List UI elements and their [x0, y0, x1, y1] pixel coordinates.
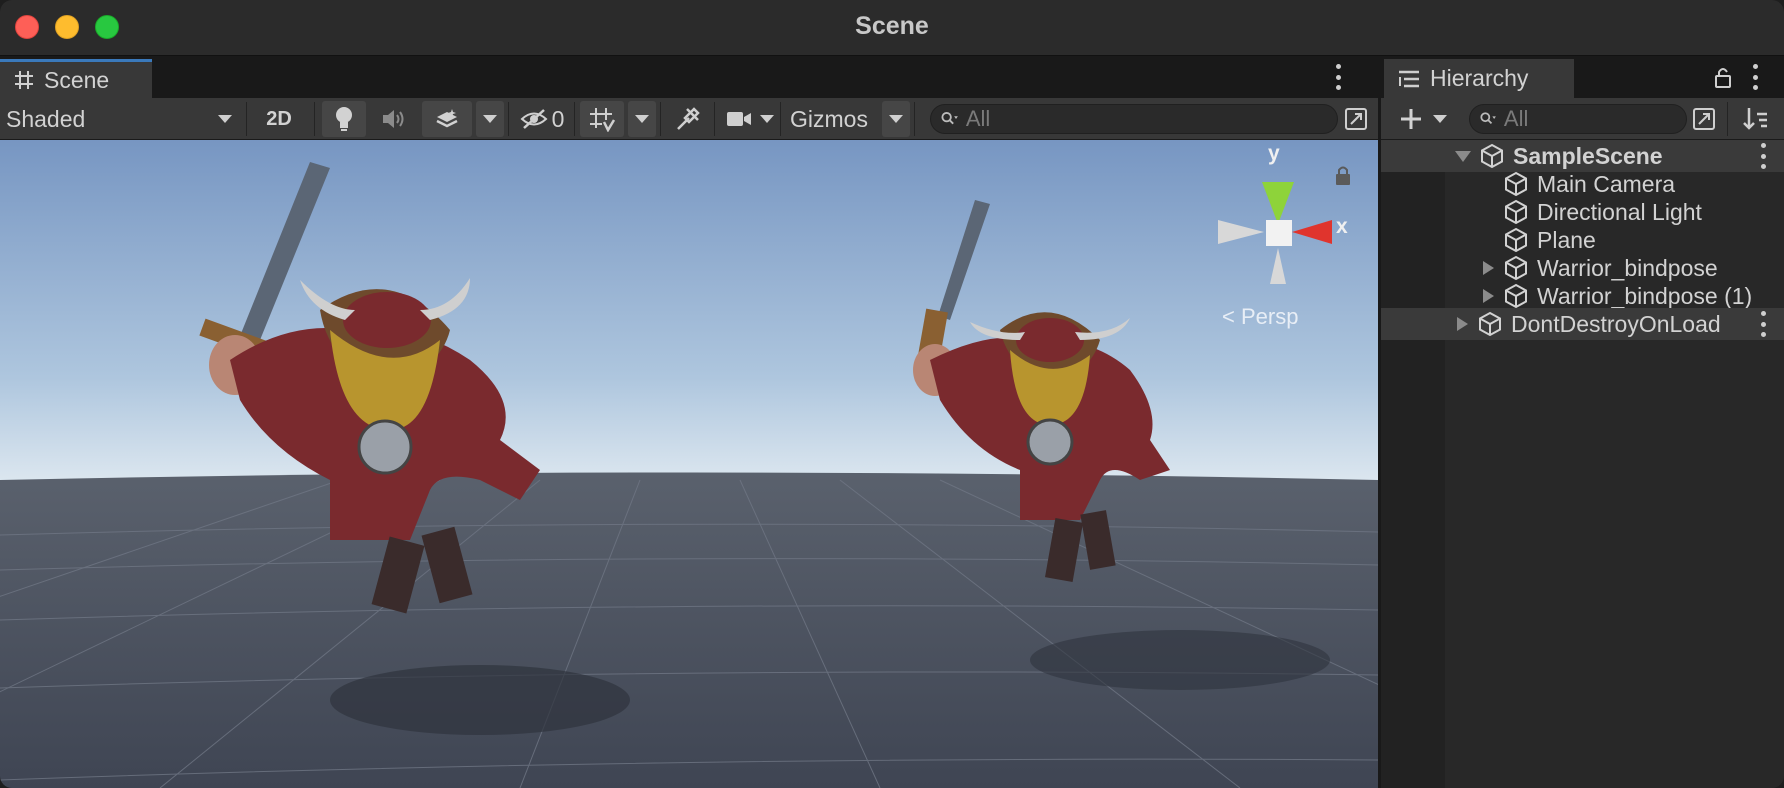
- 2d-mode-label: 2D: [266, 107, 292, 130]
- lightbulb-icon: [336, 107, 352, 131]
- hierarchy-tab-bar: Hierarchy: [1381, 56, 1784, 98]
- search-icon: [1480, 112, 1496, 125]
- scene-toolbar: Shaded 2D 0 Gizmos All: [0, 98, 1378, 140]
- hierarchy-toolbar: [1381, 98, 1784, 140]
- expand-window-icon: [1345, 108, 1367, 130]
- gameobject-cube-icon: [1505, 171, 1527, 197]
- hierarchy-item-label: Directional Light: [1537, 198, 1702, 225]
- gameobject-cube-icon: [1505, 199, 1527, 225]
- camera-settings-dropdown[interactable]: [720, 101, 780, 137]
- tab-hierarchy[interactable]: Hierarchy: [1384, 59, 1574, 98]
- search-expand-button[interactable]: [1340, 101, 1372, 137]
- expand-arrow-icon[interactable]: [1483, 261, 1494, 275]
- unity-scene-icon: [1479, 311, 1501, 337]
- scene-search-field[interactable]: [930, 104, 1338, 134]
- gameobject-cube-icon: [1505, 255, 1527, 281]
- create-dropdown[interactable]: [1393, 101, 1453, 137]
- hierarchy-scene-dontdestroyonload[interactable]: DontDestroyOnLoad: [1381, 308, 1784, 340]
- tab-hierarchy-label: Hierarchy: [1430, 65, 1529, 91]
- eye-hidden-icon: [520, 109, 548, 129]
- unity-window: Scene Scene Shaded 2D 0 Gizmos All y x <…: [0, 0, 1784, 788]
- chevron-down-icon: [889, 115, 903, 123]
- sort-button[interactable]: [1733, 101, 1777, 137]
- gizmo-x-label: x: [1336, 215, 1348, 238]
- lock-icon[interactable]: [1713, 66, 1733, 88]
- expand-window-icon: [1693, 108, 1715, 130]
- grid-snap-icon: [590, 108, 616, 132]
- hierarchy-search-expand-button[interactable]: [1687, 101, 1721, 137]
- expand-arrow-icon[interactable]: [1455, 150, 1471, 162]
- window-title: Scene: [855, 12, 929, 40]
- camera-icon: [727, 112, 751, 126]
- orientation-gizmo[interactable]: [1214, 152, 1354, 292]
- gameobject-cube-icon: [1505, 283, 1527, 309]
- effects-toggle[interactable]: [422, 101, 472, 137]
- scene-panel: Scene Shaded 2D 0 Gizmos All y x < Persp: [0, 56, 1378, 788]
- hierarchy-item-label: Warrior_bindpose (1): [1537, 282, 1753, 309]
- hierarchy-search-input[interactable]: [1503, 106, 1686, 132]
- hierarchy-search-field[interactable]: [1469, 104, 1687, 134]
- gameobject-cube-icon: [1505, 227, 1527, 253]
- expand-arrow-icon[interactable]: [1457, 317, 1468, 331]
- audio-toggle[interactable]: [372, 101, 416, 137]
- unity-scene-icon: [1481, 143, 1503, 169]
- gizmos-label: Gizmos: [790, 105, 868, 132]
- gizmos-dropdown[interactable]: [882, 101, 910, 137]
- chevron-down-icon: [635, 115, 649, 123]
- grid-dropdown[interactable]: [628, 101, 656, 137]
- hierarchy-item-label: Warrior_bindpose: [1537, 254, 1718, 281]
- scene-search-input[interactable]: [965, 106, 1337, 132]
- title-bar: Scene: [0, 0, 1784, 56]
- scene-row-menu-icon[interactable]: [1759, 143, 1767, 169]
- wrench-tools-icon: [677, 107, 700, 130]
- hierarchy-list-icon: [1399, 70, 1419, 87]
- hierarchy-item-label: Plane: [1537, 226, 1596, 253]
- hierarchy-panel: Hierarchy All SampleScene Main Camera Di…: [1381, 56, 1784, 788]
- tools-button[interactable]: [666, 101, 710, 137]
- dontdestroy-row-menu-icon[interactable]: [1759, 311, 1767, 337]
- dontdestroy-label: DontDestroyOnLoad: [1511, 310, 1721, 337]
- effects-dropdown[interactable]: [476, 101, 504, 137]
- 2d-mode-toggle[interactable]: 2D: [254, 101, 304, 137]
- scene-tab-bar: Scene: [0, 56, 1378, 98]
- expand-arrow-icon[interactable]: [1483, 289, 1494, 303]
- chevron-down-icon: [760, 115, 774, 123]
- scene-visibility-toggle[interactable]: 0: [514, 101, 570, 137]
- scene-panel-menu-icon[interactable]: [1334, 64, 1342, 90]
- projection-toggle[interactable]: < Persp: [1222, 304, 1298, 330]
- lighting-toggle[interactable]: [322, 101, 366, 137]
- chevron-down-icon: [483, 115, 497, 123]
- gizmo-y-label: y: [1268, 142, 1280, 165]
- scene-render: [0, 140, 1378, 788]
- hierarchy-list: SampleScene Main Camera Directional Ligh…: [1381, 140, 1784, 788]
- hierarchy-item-label: Main Camera: [1537, 170, 1676, 197]
- hidden-count: 0: [551, 105, 565, 132]
- hierarchy-menu-icon[interactable]: [1751, 64, 1759, 90]
- scene-name-label: SampleScene: [1513, 142, 1663, 169]
- shading-mode-value: Shaded: [6, 105, 86, 132]
- speaker-icon: [383, 110, 404, 128]
- plus-icon: [1401, 109, 1421, 129]
- tab-scene-label: Scene: [44, 66, 110, 93]
- gizmos-button[interactable]: Gizmos: [784, 101, 874, 137]
- chevron-down-icon: [218, 115, 232, 123]
- chevron-down-icon: [1433, 115, 1447, 123]
- effects-layers-icon: [436, 109, 458, 128]
- search-icon: [941, 111, 958, 125]
- grid-icon: [15, 71, 33, 89]
- grid-snapping-toggle[interactable]: [580, 101, 624, 137]
- tab-scene[interactable]: Scene: [0, 59, 152, 98]
- shading-mode-dropdown[interactable]: Shaded: [6, 101, 236, 137]
- scene-viewport[interactable]: y x < Persp: [0, 140, 1378, 788]
- sort-icon: [1743, 108, 1767, 130]
